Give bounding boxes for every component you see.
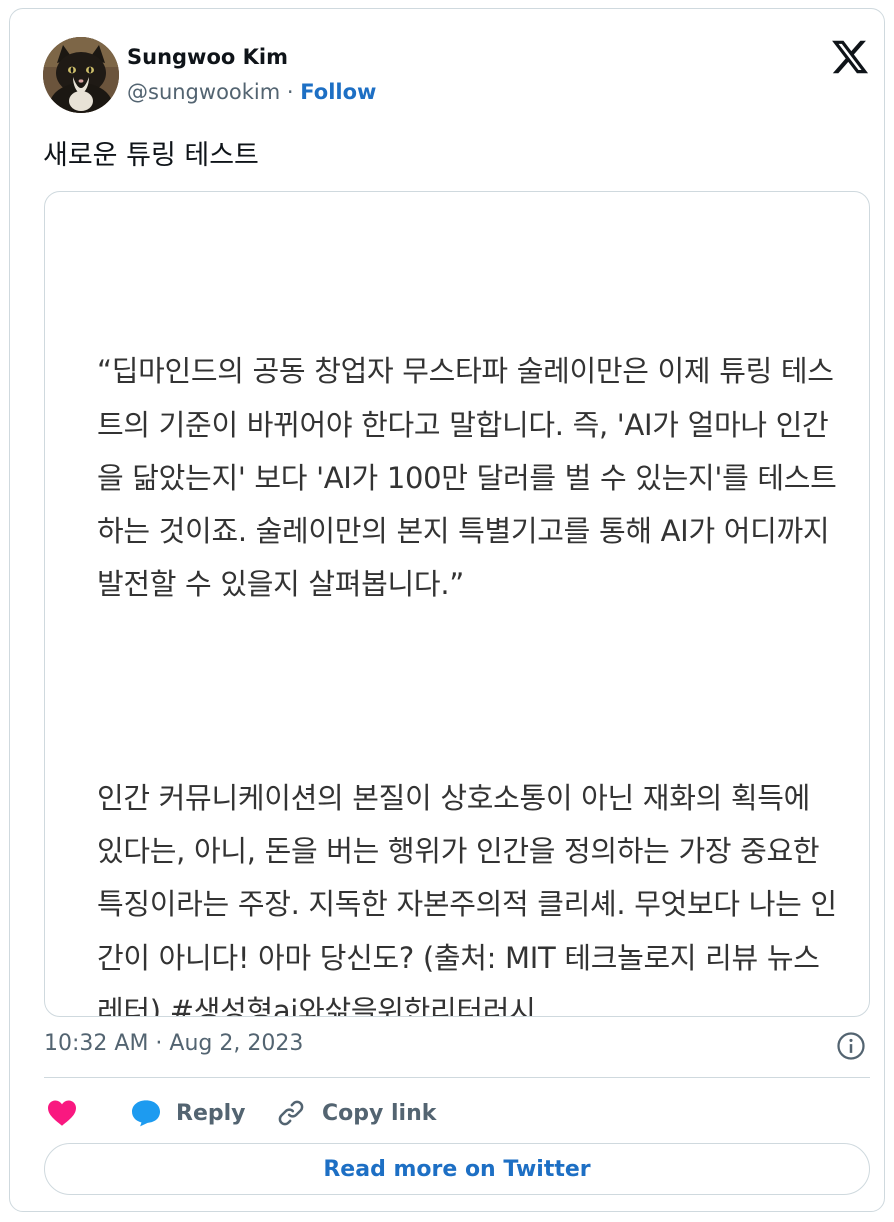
follow-link[interactable]: Follow xyxy=(300,80,376,104)
read-more-button[interactable]: Read more on Twitter xyxy=(44,1143,870,1195)
copy-link-button[interactable]: Copy link xyxy=(276,1095,436,1131)
author-handle[interactable]: @sungwookim xyxy=(127,80,280,104)
media-paragraph-1: “딥마인드의 공동 창업자 무스타파 술레이만은 이제 튜링 테스트의 기준이 … xyxy=(97,354,837,602)
divider xyxy=(44,1077,870,1078)
heart-icon[interactable] xyxy=(46,1099,78,1127)
reply-bubble-icon xyxy=(132,1100,160,1127)
avatar[interactable] xyxy=(43,37,119,113)
copy-link-label: Copy link xyxy=(322,1100,437,1126)
handle-separator: · xyxy=(286,80,294,104)
x-logo-icon[interactable] xyxy=(830,37,870,77)
media-paragraph-2: 인간 커뮤니케이션의 본질이 상호소통이 아닌 재화의 획득에 있다는, 아니,… xyxy=(97,780,837,1017)
link-icon xyxy=(278,1100,304,1126)
tweet-card: Sungwoo Kim @sungwookim · Follow 새로운 튜링 … xyxy=(9,8,885,1212)
reply-label: Reply xyxy=(176,1100,246,1126)
tweet-text: 새로운 튜링 테스트 xyxy=(43,140,259,171)
timestamp[interactable]: 10:32 AM · Aug 2, 2023 xyxy=(44,1031,303,1056)
author-handle-row: @sungwookim · Follow xyxy=(127,80,376,104)
media-image[interactable]: “딥마인드의 공동 창업자 무스타파 술레이만은 이제 튜링 테스트의 기준이 … xyxy=(44,191,870,1017)
info-icon[interactable] xyxy=(836,1031,866,1061)
author-name[interactable]: Sungwoo Kim xyxy=(127,45,288,69)
media-text: “딥마인드의 공동 창업자 무스타파 술레이만은 이제 튜링 테스트의 기준이 … xyxy=(97,292,837,1017)
avatar-cat-image xyxy=(43,37,119,113)
action-bar: Reply Copy link xyxy=(44,1095,870,1131)
reply-button[interactable]: Reply xyxy=(130,1095,246,1131)
